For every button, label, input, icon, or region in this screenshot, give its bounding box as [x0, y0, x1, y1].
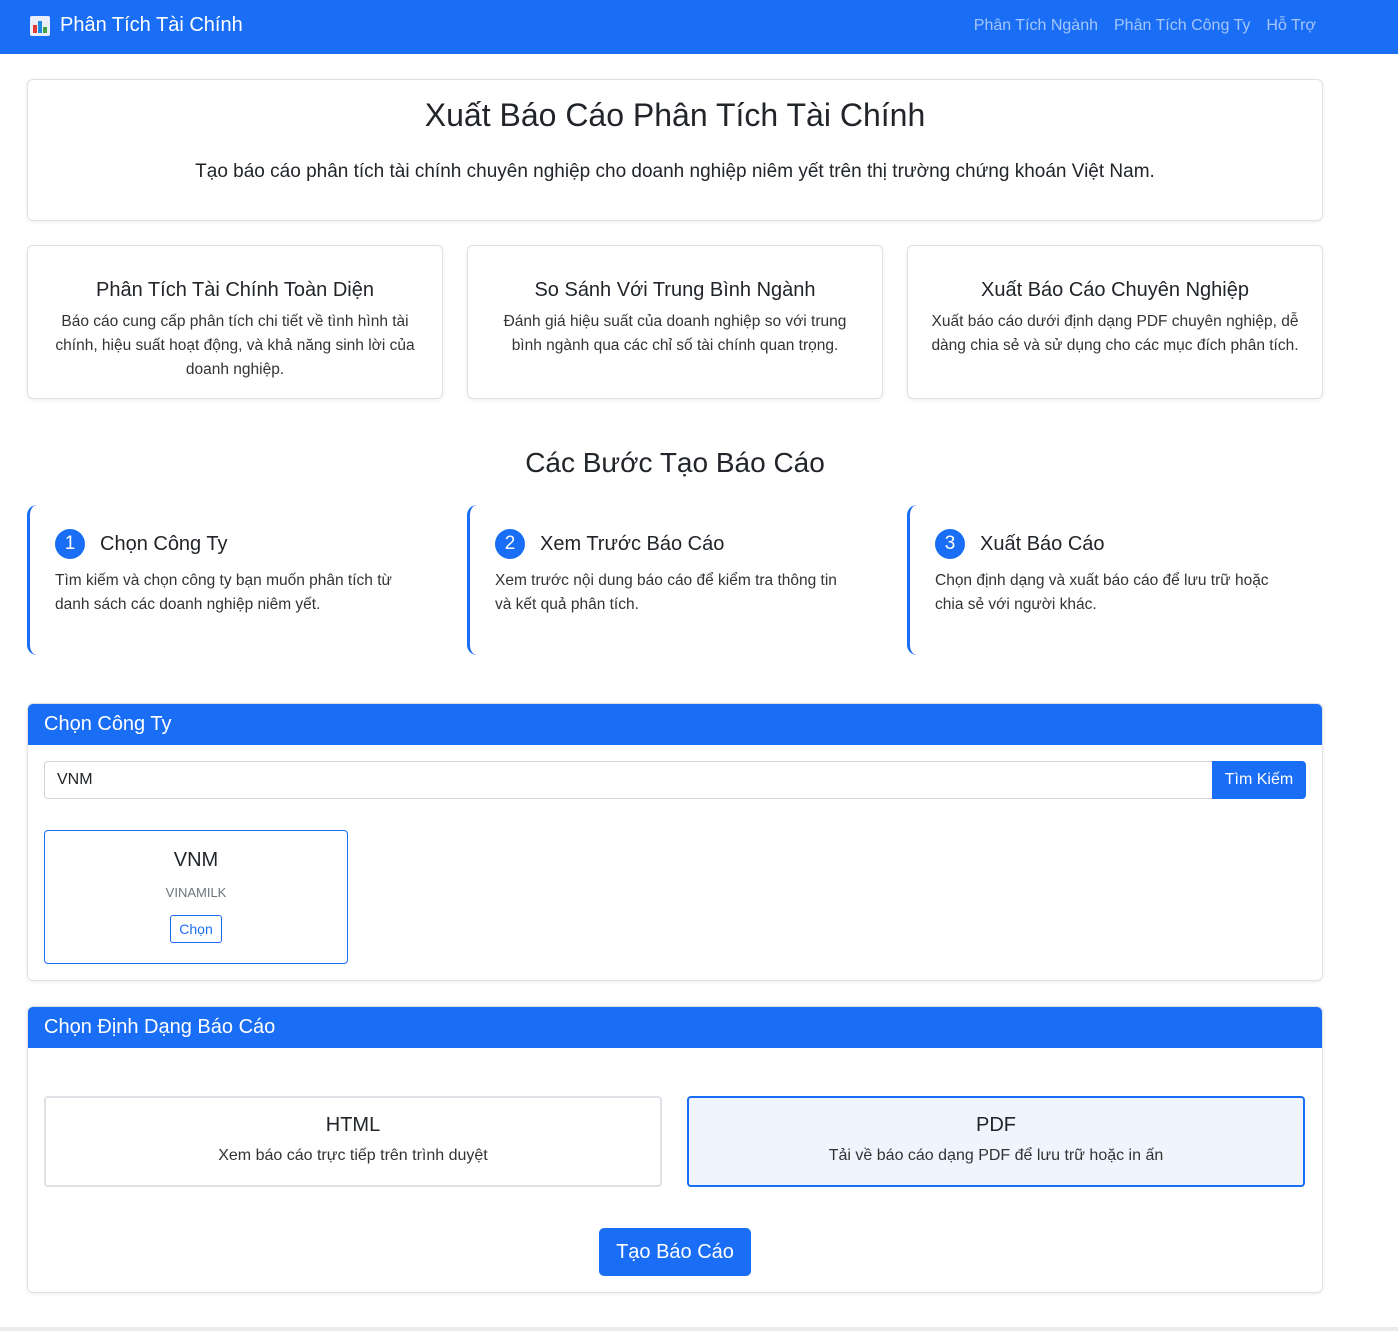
nav-link-support[interactable]: Hỗ Trợ [1266, 17, 1316, 35]
company-result-card[interactable]: VNM VINAMILK Chọn [44, 830, 348, 964]
step-desc: Xem trước nội dung báo cáo để kiểm tra t… [495, 572, 837, 613]
step-desc: Chọn định dạng và xuất báo cáo để lưu tr… [935, 572, 1269, 613]
feature-card-comprehensive: Phân Tích Tài Chính Toàn Diện Báo cáo cu… [27, 245, 443, 399]
company-search-input[interactable] [44, 761, 1212, 799]
step-3: 3 Xuất Báo Cáo Chọn định dạng và xuất bá… [907, 505, 1323, 655]
format-desc: Xem báo cáo trực tiếp trên trình duyệt [218, 1147, 488, 1164]
feature-card-export: Xuất Báo Cáo Chuyên Nghiệp Xuất báo cáo … [907, 245, 1323, 399]
hero-card: Xuất Báo Cáo Phân Tích Tài Chính Tạo báo… [27, 79, 1323, 221]
step-title: Chọn Công Ty [100, 532, 228, 555]
step-number: 3 [935, 529, 965, 559]
panel-header: Chọn Công Ty [28, 704, 1322, 745]
chart-icon [30, 15, 50, 36]
search-row: Tìm Kiếm [44, 761, 1306, 799]
format-name: PDF [976, 1114, 1016, 1136]
step-desc: Tìm kiếm và chọn công ty bạn muốn phân t… [55, 572, 392, 613]
nav-link-company-analysis[interactable]: Phân Tích Công Ty [1114, 17, 1250, 35]
feature-title: So Sánh Với Trung Bình Ngành [534, 279, 816, 301]
format-option-pdf[interactable]: PDF Tải về báo cáo dạng PDF để lưu trữ h… [687, 1096, 1305, 1187]
nav-links: Phân Tích Ngành Phân Tích Công Ty Hỗ Trợ [974, 17, 1316, 35]
feature-desc: Xuất báo cáo dưới định dạng PDF chuyên n… [931, 313, 1299, 354]
search-button[interactable]: Tìm Kiếm [1212, 761, 1306, 799]
company-select-panel: Chọn Công Ty Tìm Kiếm VNM VINAMILK Chọn [27, 703, 1323, 981]
page-subtitle: Tạo báo cáo phân tích tài chính chuyên n… [195, 161, 1155, 182]
create-report-button[interactable]: Tạo Báo Cáo [599, 1228, 751, 1276]
company-name: VINAMILK [165, 885, 227, 900]
feature-card-compare: So Sánh Với Trung Bình Ngành Đánh giá hi… [467, 245, 883, 399]
step-2: 2 Xem Trước Báo Cáo Xem trước nội dung b… [467, 505, 883, 655]
step-title: Xuất Báo Cáo [980, 532, 1105, 555]
format-option-html[interactable]: HTML Xem báo cáo trực tiếp trên trình du… [44, 1096, 662, 1187]
feature-title: Xuất Báo Cáo Chuyên Nghiệp [981, 279, 1249, 301]
step-title: Xem Trước Báo Cáo [540, 532, 725, 555]
step-number: 2 [495, 529, 525, 559]
feature-title: Phân Tích Tài Chính Toàn Diện [96, 279, 374, 301]
choose-company-button[interactable]: Chọn [170, 915, 222, 943]
format-name: HTML [325, 1114, 381, 1136]
format-desc: Tải về báo cáo dạng PDF để lưu trữ hoặc … [828, 1147, 1164, 1164]
format-select-panel: Chọn Định Dạng Báo Cáo HTML Xem báo cáo … [27, 1006, 1323, 1293]
navbar: Phân Tích Tài Chính Phân Tích Ngành Phân… [0, 0, 1398, 54]
step-1: 1 Chọn Công Ty Tìm kiếm và chọn công ty … [27, 505, 443, 655]
feature-desc: Báo cáo cung cấp phân tích chi tiết về t… [55, 313, 415, 378]
page-title: Xuất Báo Cáo Phân Tích Tài Chính [424, 97, 926, 133]
steps-heading: Các Bước Tạo Báo Cáo [525, 447, 825, 478]
brand-title: Phân Tích Tài Chính [60, 14, 243, 36]
feature-desc: Đánh giá hiệu suất của doanh nghiệp so v… [503, 313, 847, 354]
step-number: 1 [55, 529, 85, 559]
panel-header: Chọn Định Dạng Báo Cáo [28, 1007, 1322, 1048]
brand[interactable]: Phân Tích Tài Chính [30, 14, 243, 37]
nav-link-industry-analysis[interactable]: Phân Tích Ngành [974, 17, 1098, 35]
page-bottom-divider [0, 1327, 1398, 1331]
company-ticker: VNM [173, 849, 219, 871]
